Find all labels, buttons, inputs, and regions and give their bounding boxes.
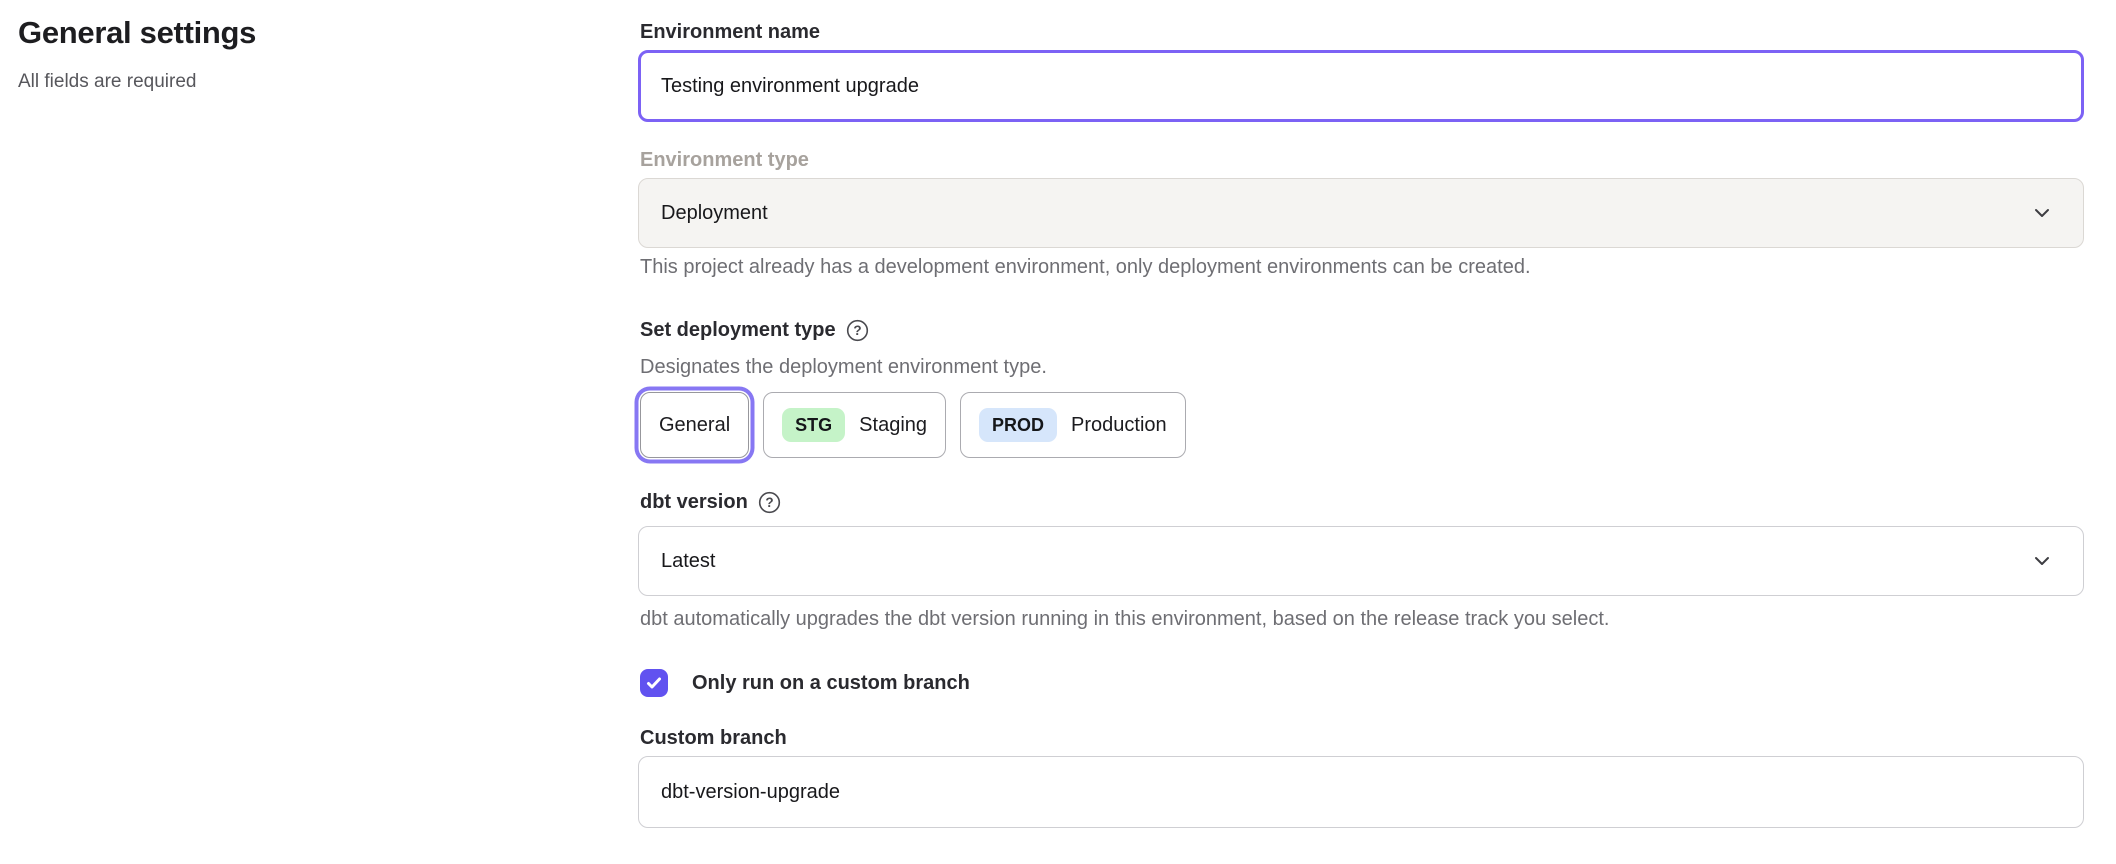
deployment-type-options: General STG Staging PROD Production [640,392,1186,458]
help-icon[interactable]: ? [846,319,869,342]
custom-branch-checkbox-label: Only run on a custom branch [692,672,970,695]
chevron-down-icon [2031,550,2053,572]
svg-text:?: ? [853,323,861,338]
environment-form: Environment name Environment type Deploy… [638,0,2084,864]
production-badge: PROD [979,408,1057,442]
chevron-down-icon [2031,202,2053,224]
deployment-type-production-button[interactable]: PROD Production [960,392,1186,458]
environment-name-input[interactable] [638,50,2084,122]
dbt-version-label: dbt version [640,488,748,516]
custom-branch-input[interactable] [638,756,2084,828]
deployment-type-general-label: General [659,414,730,437]
environment-type-label: Environment type [640,146,809,174]
page-subtitle: All fields are required [18,70,578,94]
svg-text:?: ? [765,495,773,510]
help-icon[interactable]: ? [758,491,781,514]
environment-type-select[interactable]: Deployment [638,178,2084,248]
dbt-version-select[interactable]: Latest [638,526,2084,596]
dbt-version-value: Latest [661,550,715,573]
settings-header: General settings All fields are required [18,12,578,94]
dbt-version-label-row: dbt version ? [640,488,781,516]
checkmark-icon [645,674,663,692]
deployment-type-staging-button[interactable]: STG Staging [763,392,946,458]
staging-badge: STG [782,408,845,442]
environment-name-label: Environment name [640,18,820,46]
dbt-version-helper: dbt automatically upgrades the dbt versi… [640,606,2084,632]
custom-branch-checkbox[interactable] [640,669,668,697]
deployment-type-production-label: Production [1071,414,1167,437]
environment-type-helper: This project already has a development e… [640,254,2084,280]
deployment-type-label-row: Set deployment type ? [640,316,869,344]
page-title: General settings [18,12,578,54]
custom-branch-checkbox-row: Only run on a custom branch [640,668,970,698]
custom-branch-label: Custom branch [640,724,787,752]
environment-settings-page: General settings All fields are required… [0,0,2116,864]
deployment-type-general-button[interactable]: General [640,392,749,458]
deployment-type-staging-label: Staging [859,414,927,437]
environment-type-value: Deployment [661,202,768,225]
deployment-type-label: Set deployment type [640,316,836,344]
deployment-type-helper: Designates the deployment environment ty… [640,354,2084,380]
